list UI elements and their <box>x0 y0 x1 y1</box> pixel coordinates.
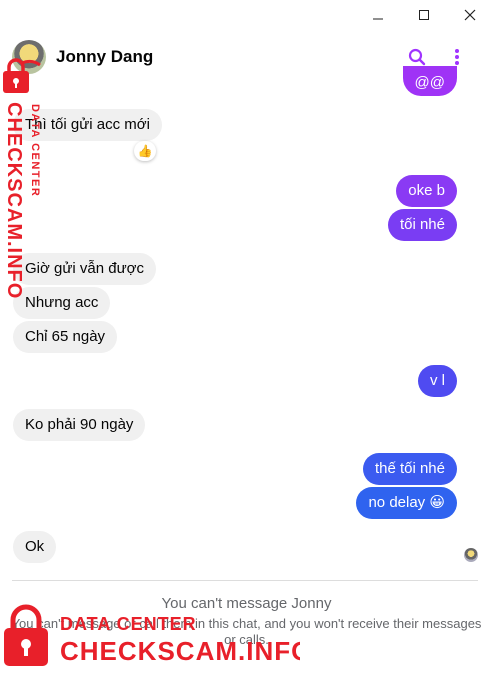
message-outgoing[interactable]: v l <box>418 365 457 397</box>
message-incoming[interactable]: Chỉ 65 ngày <box>13 321 118 353</box>
close-icon <box>464 9 476 21</box>
window-controls <box>355 0 493 30</box>
contact-name[interactable]: Jonny Dang <box>56 47 153 67</box>
scrollbar[interactable] <box>487 80 493 580</box>
message-incoming[interactable]: Ok <box>13 531 57 563</box>
watermark-bottom-line1: DATA CENTER <box>60 614 197 634</box>
message-outgoing[interactable]: tối nhé <box>387 209 457 241</box>
seen-avatar <box>464 548 478 562</box>
more-vertical-icon <box>455 49 459 65</box>
maximize-icon <box>419 10 429 20</box>
divider <box>12 580 478 581</box>
message-incoming[interactable]: Ko phải 90 ngày <box>13 409 146 441</box>
watermark-vertical-line1: DATA CENTER <box>29 104 41 197</box>
watermark-bottom: DATA CENTER CHECKSCAM.INFO <box>0 604 311 668</box>
watermark-vertical-line2: CHECKSCAM.INFO <box>3 102 25 298</box>
message-outgoing[interactable]: oke b <box>396 175 457 207</box>
maximize-button[interactable] <box>401 0 447 30</box>
message-outgoing[interactable]: thế tối nhé <box>362 453 457 485</box>
close-button[interactable] <box>447 0 493 30</box>
watermark-vertical: CHECKSCAM.INFO DATA CENTER <box>0 58 48 299</box>
thumbs-up-reaction[interactable]: 👍 <box>134 141 156 161</box>
message-outgoing[interactable]: @@ <box>402 66 457 96</box>
lock-icon <box>3 58 41 93</box>
minimize-button[interactable] <box>355 0 401 30</box>
search-icon <box>408 48 426 66</box>
message-outgoing[interactable]: no delay 😀 <box>356 487 457 519</box>
lock-icon <box>4 604 48 666</box>
minimize-icon <box>373 18 383 20</box>
watermark-bottom-line2: CHECKSCAM.INFO <box>60 636 300 666</box>
